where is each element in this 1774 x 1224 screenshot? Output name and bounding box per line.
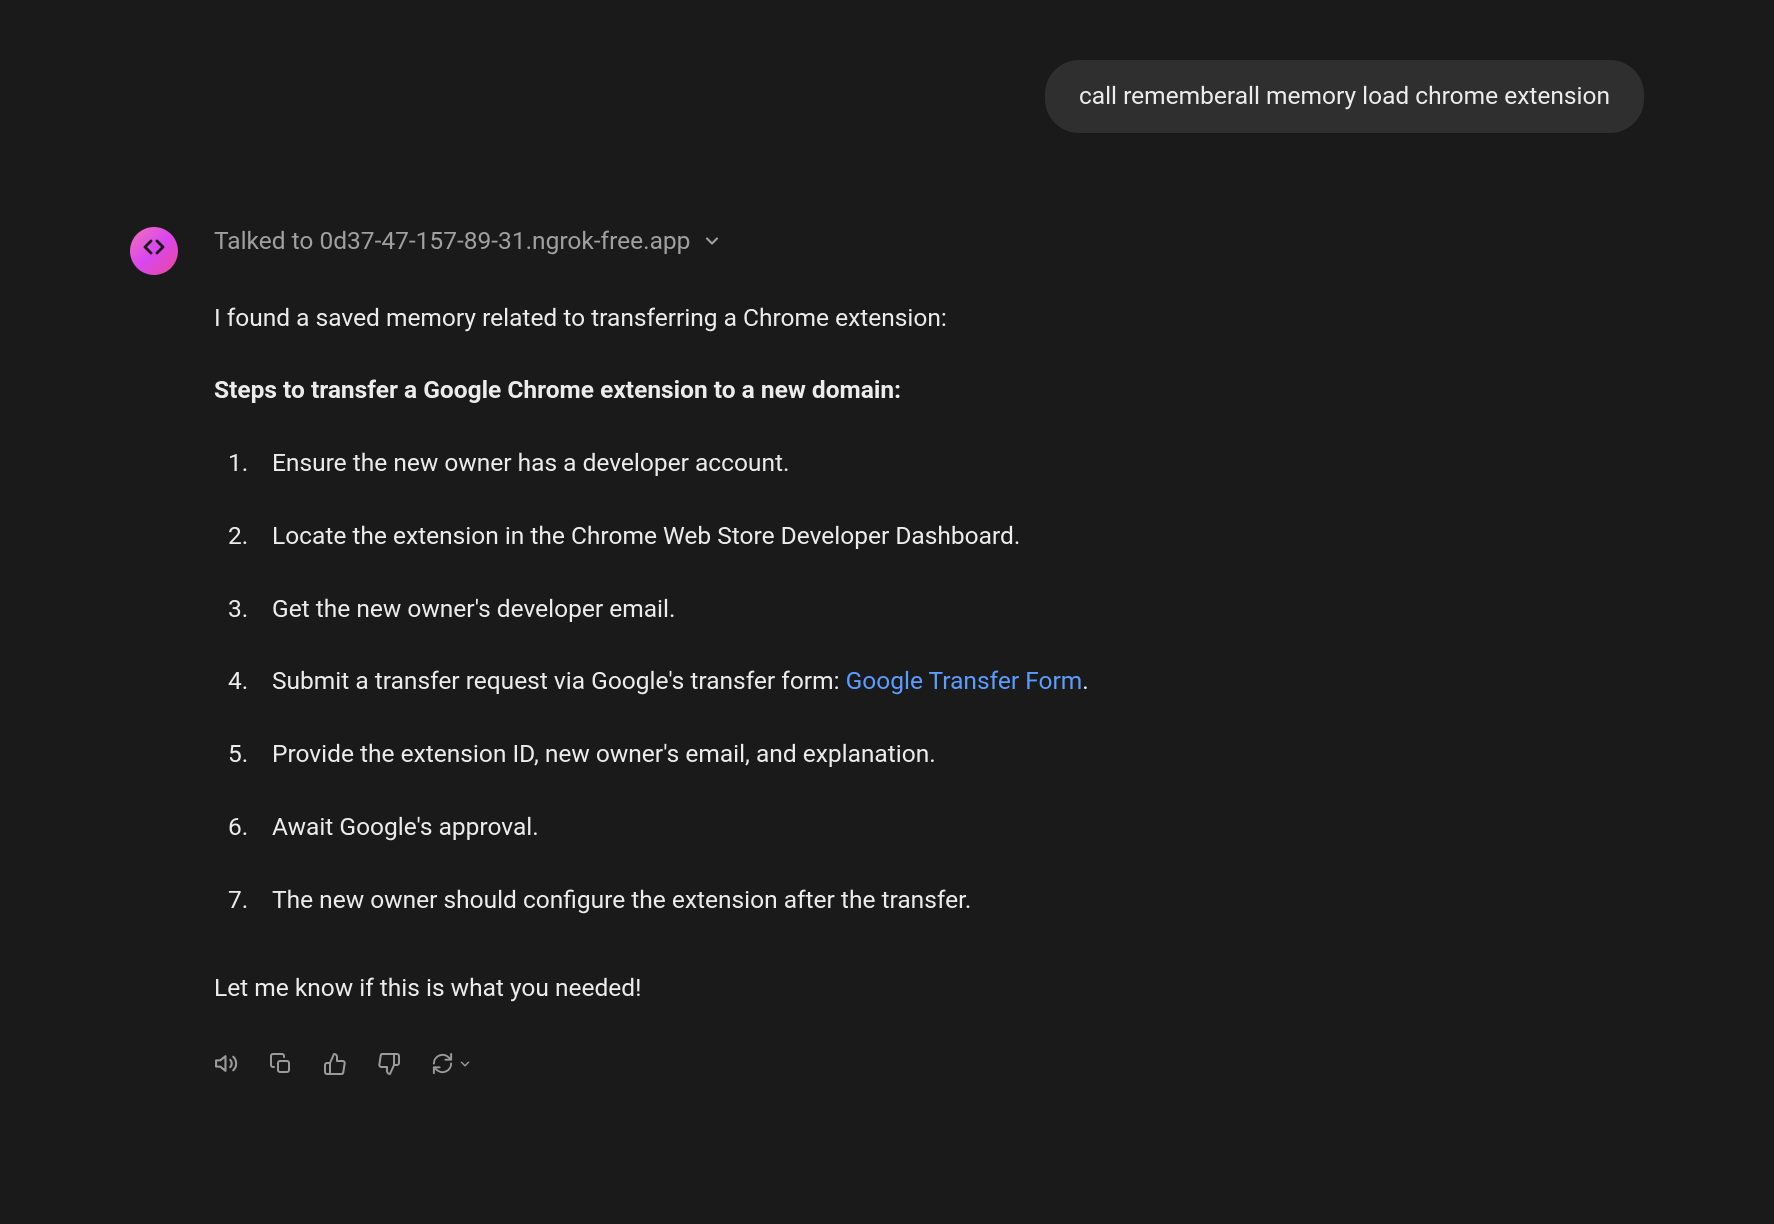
list-item: Submit a transfer request via Google's t…	[228, 663, 1614, 700]
speak-button[interactable]	[214, 1051, 239, 1079]
assistant-message-row: Talked to 0d37-47-157-89-31.ngrok-free.a…	[130, 223, 1644, 1079]
assistant-content: Talked to 0d37-47-157-89-31.ngrok-free.a…	[214, 223, 1614, 1079]
chevron-down-icon	[702, 231, 722, 251]
code-angle-icon	[142, 235, 166, 267]
user-message-text: call rememberall memory load chrome exte…	[1079, 81, 1610, 110]
list-item: Ensure the new owner has a developer acc…	[228, 445, 1614, 482]
thumbs-down-icon	[377, 1052, 401, 1079]
refresh-icon	[431, 1052, 454, 1078]
list-item: Get the new owner's developer email.	[228, 591, 1614, 628]
regenerate-button[interactable]	[431, 1052, 472, 1078]
copy-icon	[269, 1052, 293, 1079]
thumbs-down-button[interactable]	[377, 1052, 401, 1079]
assistant-intro: I found a saved memory related to transf…	[214, 300, 1614, 337]
user-message-bubble: call rememberall memory load chrome exte…	[1045, 60, 1644, 133]
speaker-icon	[214, 1051, 239, 1079]
talked-to-row[interactable]: Talked to 0d37-47-157-89-31.ngrok-free.a…	[214, 223, 1614, 260]
list-item: Provide the extension ID, new owner's em…	[228, 736, 1614, 773]
message-actions	[214, 1051, 1614, 1079]
thumbs-up-icon	[323, 1052, 347, 1079]
google-transfer-form-link[interactable]: Google Transfer Form	[846, 666, 1083, 695]
steps-list: Ensure the new owner has a developer acc…	[228, 445, 1614, 918]
list-item: Locate the extension in the Chrome Web S…	[228, 518, 1614, 555]
list-item: The new owner should configure the exten…	[228, 882, 1614, 919]
copy-button[interactable]	[269, 1052, 293, 1079]
talked-to-label: Talked to 0d37-47-157-89-31.ngrok-free.a…	[214, 223, 690, 260]
assistant-closing: Let me know if this is what you needed!	[214, 970, 1614, 1007]
thumbs-up-button[interactable]	[323, 1052, 347, 1079]
user-message-row: call rememberall memory load chrome exte…	[130, 60, 1644, 133]
chat-container: call rememberall memory load chrome exte…	[0, 0, 1774, 1079]
list-item: Await Google's approval.	[228, 809, 1614, 846]
chevron-down-icon	[458, 1057, 472, 1074]
steps-heading: Steps to transfer a Google Chrome extens…	[214, 372, 1614, 409]
assistant-avatar	[130, 227, 178, 275]
